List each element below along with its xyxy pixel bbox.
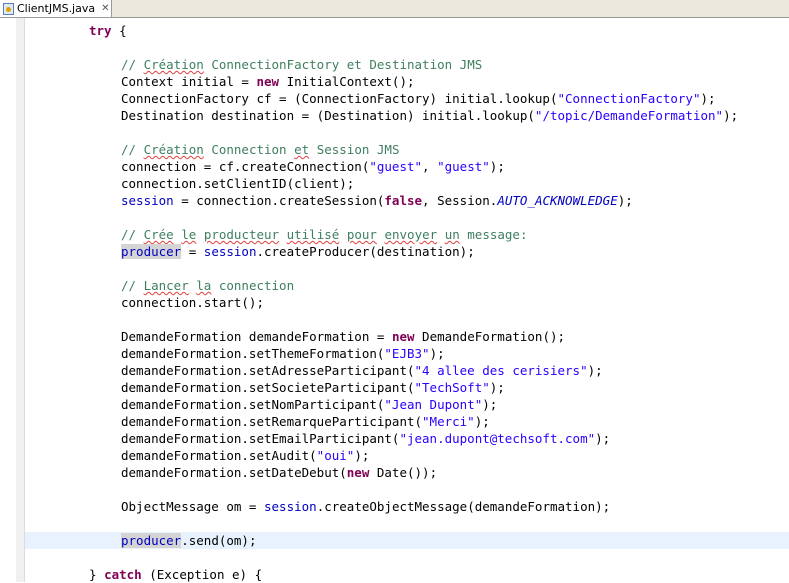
close-icon[interactable]: ✕ (101, 3, 109, 14)
code-line-26: demandeFormation.setAudit("oui"); (121, 448, 370, 463)
code-line-23: demandeFormation.setNomParticipant("Jean… (121, 397, 498, 412)
code-line-33: } catch (Exception e) { (89, 567, 263, 582)
code-line-17: connection.start(); (121, 295, 264, 310)
code-line-25: demandeFormation.setEmailParticipant("je… (121, 431, 611, 446)
code-line-9: connection = cf.createConnection("guest"… (121, 159, 505, 174)
code-line-22: demandeFormation.setSocieteParticipant("… (121, 380, 505, 395)
tab-title: ClientJMS.java (17, 2, 96, 15)
editor-tab[interactable]: ClientJMS.java ✕ (0, 0, 112, 17)
code-line-5: ConnectionFactory cf = (ConnectionFactor… (121, 91, 716, 106)
code-line-20: demandeFormation.setThemeFormation("EJB3… (121, 346, 445, 361)
code-line-3: // Création ConnectionFactory et Destina… (121, 57, 483, 72)
code-line-1: try { (89, 23, 127, 38)
annotation-ruler (16, 18, 25, 582)
editor-tab-bar: ClientJMS.java ✕ (0, 0, 789, 18)
code-line-13: // Crée le producteur utilisé pour envoy… (121, 227, 528, 242)
code-line-6: Destination destination = (Destination) … (121, 108, 739, 123)
code-line-14: producer = session.createProducer(destin… (121, 244, 475, 259)
code-line-29: ObjectMessage om = session.createObjectM… (121, 499, 611, 514)
code-line-10: connection.setClientID(client); (121, 176, 355, 191)
code-line-8: // Création Connection et Session JMS (121, 142, 400, 157)
editor-gutter (0, 18, 16, 582)
code-line-11: session = connection.createSession(false… (121, 193, 633, 208)
code-line-21: demandeFormation.setAdresseParticipant("… (121, 363, 603, 378)
code-editor[interactable]: try { // Création ConnectionFactory et D… (25, 18, 789, 582)
java-file-icon (3, 2, 14, 15)
code-line-4: Context initial = new InitialContext(); (121, 74, 415, 89)
code-line-27: demandeFormation.setDateDebut(new Date()… (121, 465, 438, 480)
code-line-19: DemandeFormation demandeFormation = new … (121, 329, 566, 344)
code-line-31: producer.send(om); (121, 533, 257, 548)
code-line-24: demandeFormation.setRemarqueParticipant(… (121, 414, 490, 429)
code-line-16: // Lancer la connection (121, 278, 295, 293)
